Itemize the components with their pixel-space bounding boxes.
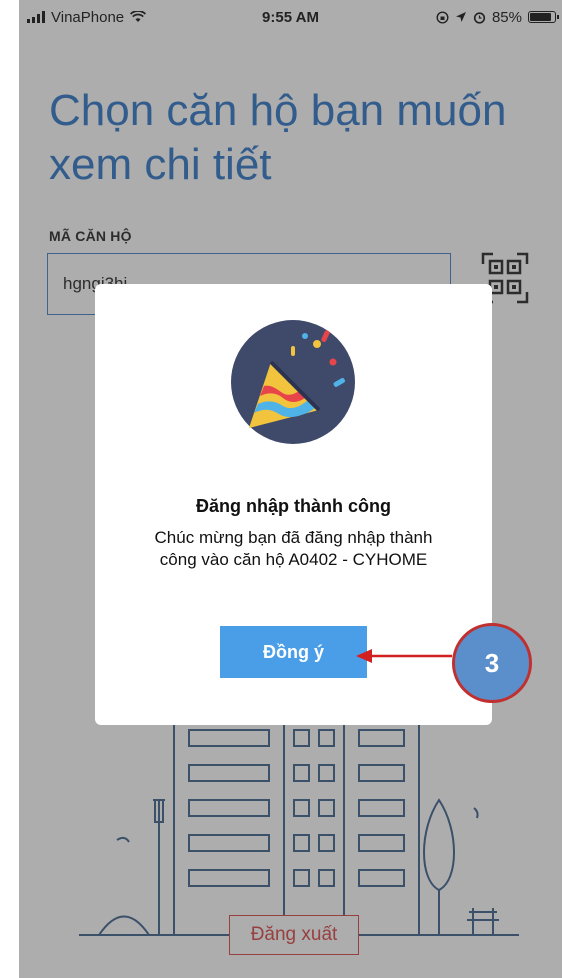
- step-number-badge: 3: [452, 623, 532, 703]
- party-popper-icon: [231, 320, 355, 444]
- dialog-title: Đăng nhập thành công: [196, 496, 391, 516]
- success-dialog: Đăng nhập thành công Chúc mừng bạn đã đă…: [95, 284, 492, 725]
- confirm-button[interactable]: Đồng ý: [220, 626, 367, 678]
- phone-screen: VinaPhone 9:55 AM 85% Chọn căn hộ bạn mu…: [19, 0, 562, 978]
- dialog-message: Chúc mừng bạn đã đăng nhập thành công và…: [154, 528, 433, 569]
